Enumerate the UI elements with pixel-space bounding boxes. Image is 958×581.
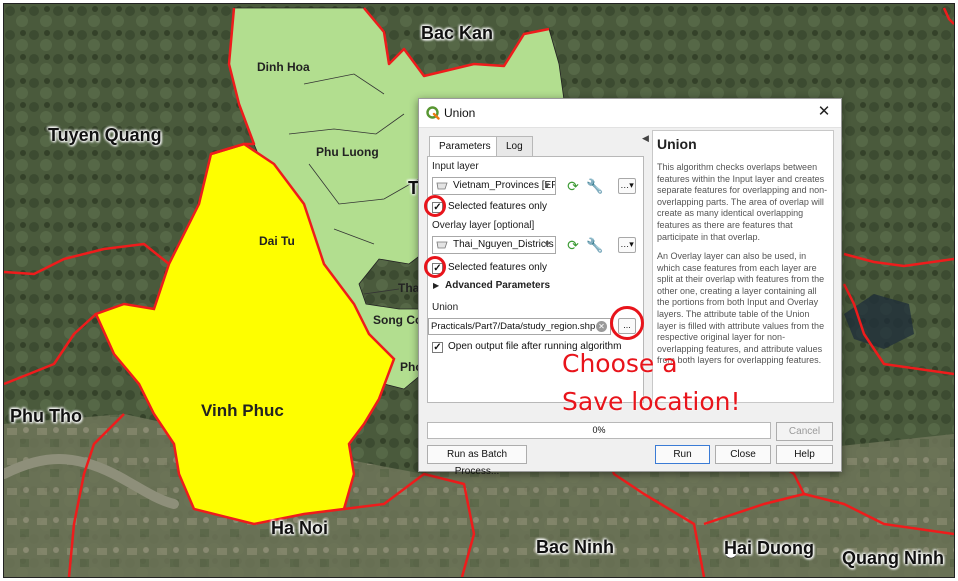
progress-bar: 0% xyxy=(427,422,771,439)
advanced-parameters-toggle[interactable]: Advanced Parameters xyxy=(445,280,550,291)
label-bac-kan: Bac Kan xyxy=(421,23,494,43)
help-button[interactable]: Help xyxy=(776,445,833,464)
panel-collapse-arrow-icon[interactable]: ◀ xyxy=(642,133,649,144)
input-layer-label: Input layer xyxy=(432,161,479,172)
highlight-circle-browse-button xyxy=(610,306,644,340)
label-song-cong-partial: Song Co xyxy=(373,313,423,327)
highlight-circle-overlay-selected xyxy=(424,256,446,278)
input-layer-value: Vietnam_Provinces [EP xyxy=(453,180,556,191)
chevron-down-icon: ▼ xyxy=(543,240,551,249)
dialog-titlebar[interactable]: Union ✕ xyxy=(419,99,841,128)
wrench-icon[interactable]: 🔧 xyxy=(586,236,604,254)
polygon-layer-icon xyxy=(436,182,448,190)
annotation-callout: Choose a Save location! xyxy=(562,345,741,421)
label-dai-tu: Dai Tu xyxy=(259,234,295,248)
output-path-value: Practicals/Part7/Data/study_region.shp xyxy=(431,321,596,332)
iterate-features-icon[interactable]: ⟳ xyxy=(564,236,582,254)
progress-label: 0% xyxy=(592,425,606,435)
polygon-layer-icon xyxy=(436,241,448,249)
close-button[interactable]: Close xyxy=(715,445,771,464)
label-quang-ninh: Quang Ninh xyxy=(842,548,944,568)
tab-parameters[interactable]: Parameters xyxy=(429,136,501,157)
qgis-logo-icon xyxy=(426,106,440,120)
label-thai-partial: Tha xyxy=(398,281,420,295)
label-ha-noi: Ha Noi xyxy=(271,518,329,538)
label-phu-tho: Phu Tho xyxy=(10,406,82,426)
batch-process-button[interactable]: Run as Batch Process... xyxy=(427,445,527,477)
output-path-field[interactable]: Practicals/Part7/Data/study_region.shp ✕ xyxy=(428,318,611,335)
advanced-expand-icon[interactable]: ▶ xyxy=(433,281,439,290)
input-layer-combo[interactable]: Vietnam_Provinces [EP ▼ xyxy=(432,177,556,195)
tab-log[interactable]: Log xyxy=(496,136,533,156)
highlight-circle-input-selected xyxy=(424,195,446,217)
overlay-layer-options-button[interactable]: …▾ xyxy=(618,237,636,253)
open-output-checkbox[interactable]: ✓ xyxy=(432,342,443,353)
output-label: Union xyxy=(432,302,459,313)
overlay-selected-only-label: Selected features only xyxy=(448,262,547,273)
label-hai-duong: Hai Duong xyxy=(724,538,814,558)
run-button[interactable]: Run xyxy=(655,445,710,464)
input-layer-options-button[interactable]: …▾ xyxy=(618,178,636,194)
help-paragraph-1: This algorithm checks overlaps between f… xyxy=(657,162,828,242)
label-bac-ninh: Bac Ninh xyxy=(536,537,615,557)
annotation-line-2: Save location! xyxy=(562,387,741,416)
help-title: Union xyxy=(657,136,697,152)
overlay-layer-combo[interactable]: Thai_Nguyen_Districts ▼ xyxy=(432,236,556,254)
annotation-line-1: Choose a xyxy=(562,349,678,378)
label-phu-luong: Phu Luong xyxy=(316,145,379,159)
label-dinh-hoa: Dinh Hoa xyxy=(257,60,310,74)
iterate-features-icon[interactable]: ⟳ xyxy=(564,177,582,195)
label-vinh-phuc: Vinh Phuc xyxy=(201,401,284,420)
overlay-layer-label: Overlay layer [optional] xyxy=(432,220,535,231)
overlay-layer-value: Thai_Nguyen_Districts xyxy=(453,239,554,250)
label-tuyen-quang: Tuyen Quang xyxy=(48,125,162,145)
cancel-button[interactable]: Cancel xyxy=(776,422,833,441)
dialog-title: Union xyxy=(444,106,476,120)
wrench-icon[interactable]: 🔧 xyxy=(586,177,604,195)
close-icon[interactable]: ✕ xyxy=(815,103,833,121)
input-selected-only-label: Selected features only xyxy=(448,201,547,212)
clear-icon[interactable]: ✕ xyxy=(596,321,607,332)
chevron-down-icon: ▼ xyxy=(543,181,551,190)
